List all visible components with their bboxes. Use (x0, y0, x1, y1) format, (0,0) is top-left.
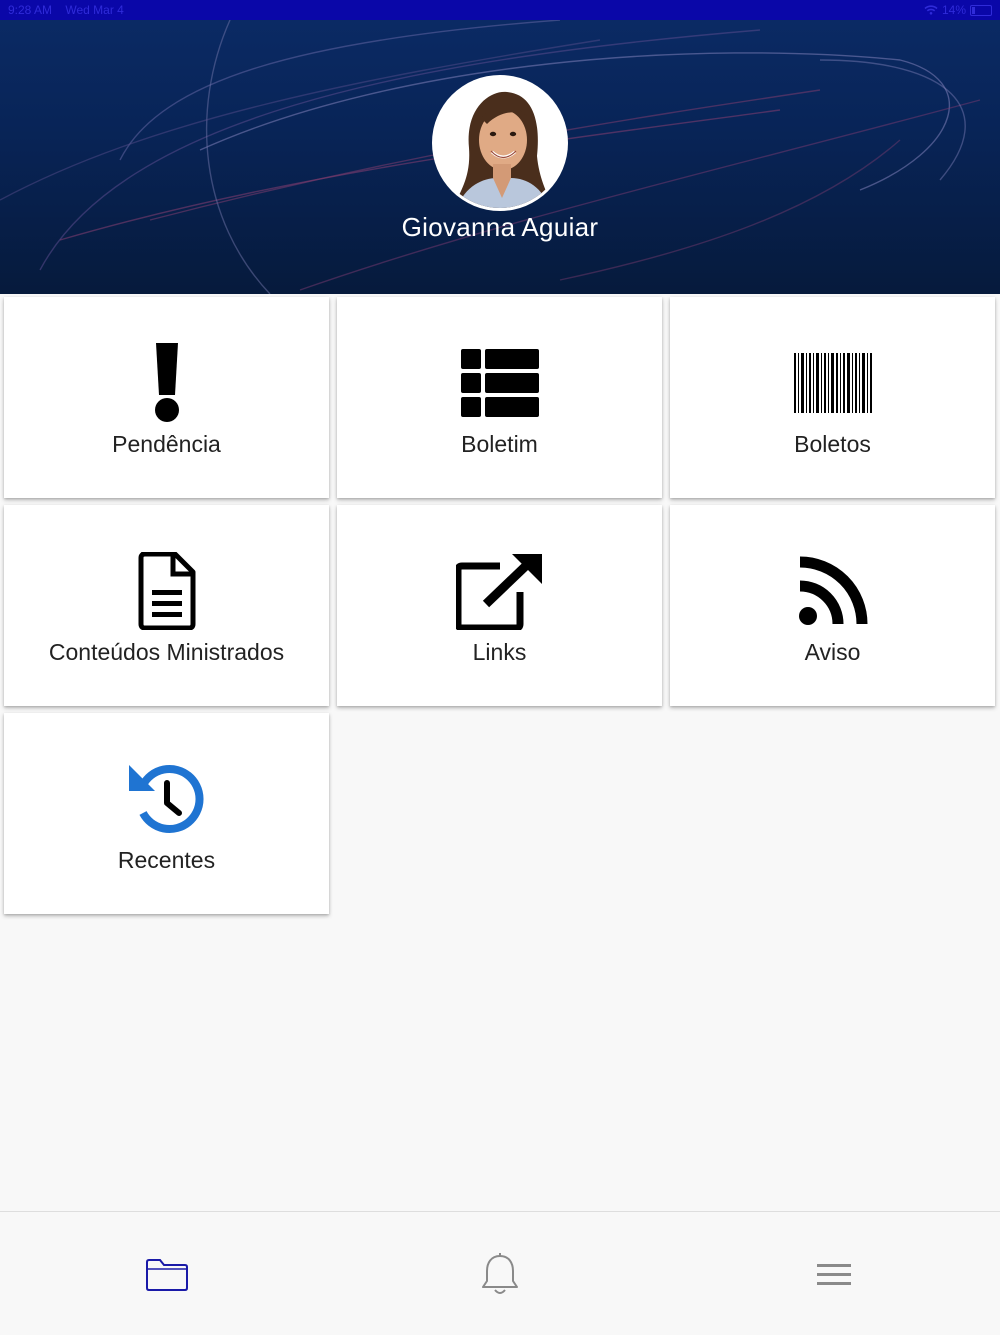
menu-icon (817, 1264, 851, 1285)
tile-recentes[interactable]: Recentes (4, 713, 329, 914)
status-bar-right: 14% (924, 3, 992, 17)
tile-label: Conteúdos Ministrados (48, 639, 285, 665)
avatar-photo (435, 78, 565, 208)
battery-icon (970, 4, 992, 16)
status-date: Wed Mar 4 (65, 3, 124, 17)
bottom-navigation (0, 1211, 1000, 1335)
table-list-icon (460, 349, 539, 417)
nav-menu-button[interactable] (794, 1240, 874, 1310)
status-time: 9:28 AM (8, 3, 53, 17)
status-bar-left: 9:28 AM Wed Mar 4 (8, 3, 134, 17)
tile-label: Boletos (794, 431, 871, 457)
status-bar: 9:28 AM Wed Mar 4 14% (0, 0, 1000, 20)
tile-label: Recentes (117, 847, 216, 873)
tile-links[interactable]: Links (337, 505, 662, 706)
tile-boletim[interactable]: Boletim (337, 297, 662, 498)
tile-pendencia[interactable]: Pendência (4, 297, 329, 498)
nav-notifications-button[interactable] (460, 1240, 540, 1310)
history-icon (128, 765, 203, 833)
profile-header: Giovanna Aguiar (0, 20, 1000, 294)
profile-name: Giovanna Aguiar (401, 212, 599, 242)
tile-boletos[interactable]: Boletos (670, 297, 995, 498)
external-link-icon (455, 554, 542, 630)
barcode-icon (793, 353, 872, 413)
exclamation-icon (154, 343, 179, 422)
battery-percent: 14% (941, 3, 966, 17)
tile-aviso[interactable]: Aviso (670, 505, 995, 706)
tile-label: Links (472, 639, 527, 665)
tile-conteudos-ministrados[interactable]: Conteúdos Ministrados (4, 505, 329, 706)
rss-icon (798, 556, 867, 625)
nav-folder-button[interactable] (127, 1240, 207, 1310)
folder-icon (146, 1259, 188, 1291)
avatar[interactable] (435, 78, 565, 208)
wifi-icon (924, 5, 938, 15)
tile-label: Aviso (804, 639, 861, 665)
tile-label: Pendência (112, 431, 221, 457)
document-icon (138, 552, 195, 630)
bell-icon (482, 1253, 518, 1294)
tile-label: Boletim (461, 431, 538, 457)
